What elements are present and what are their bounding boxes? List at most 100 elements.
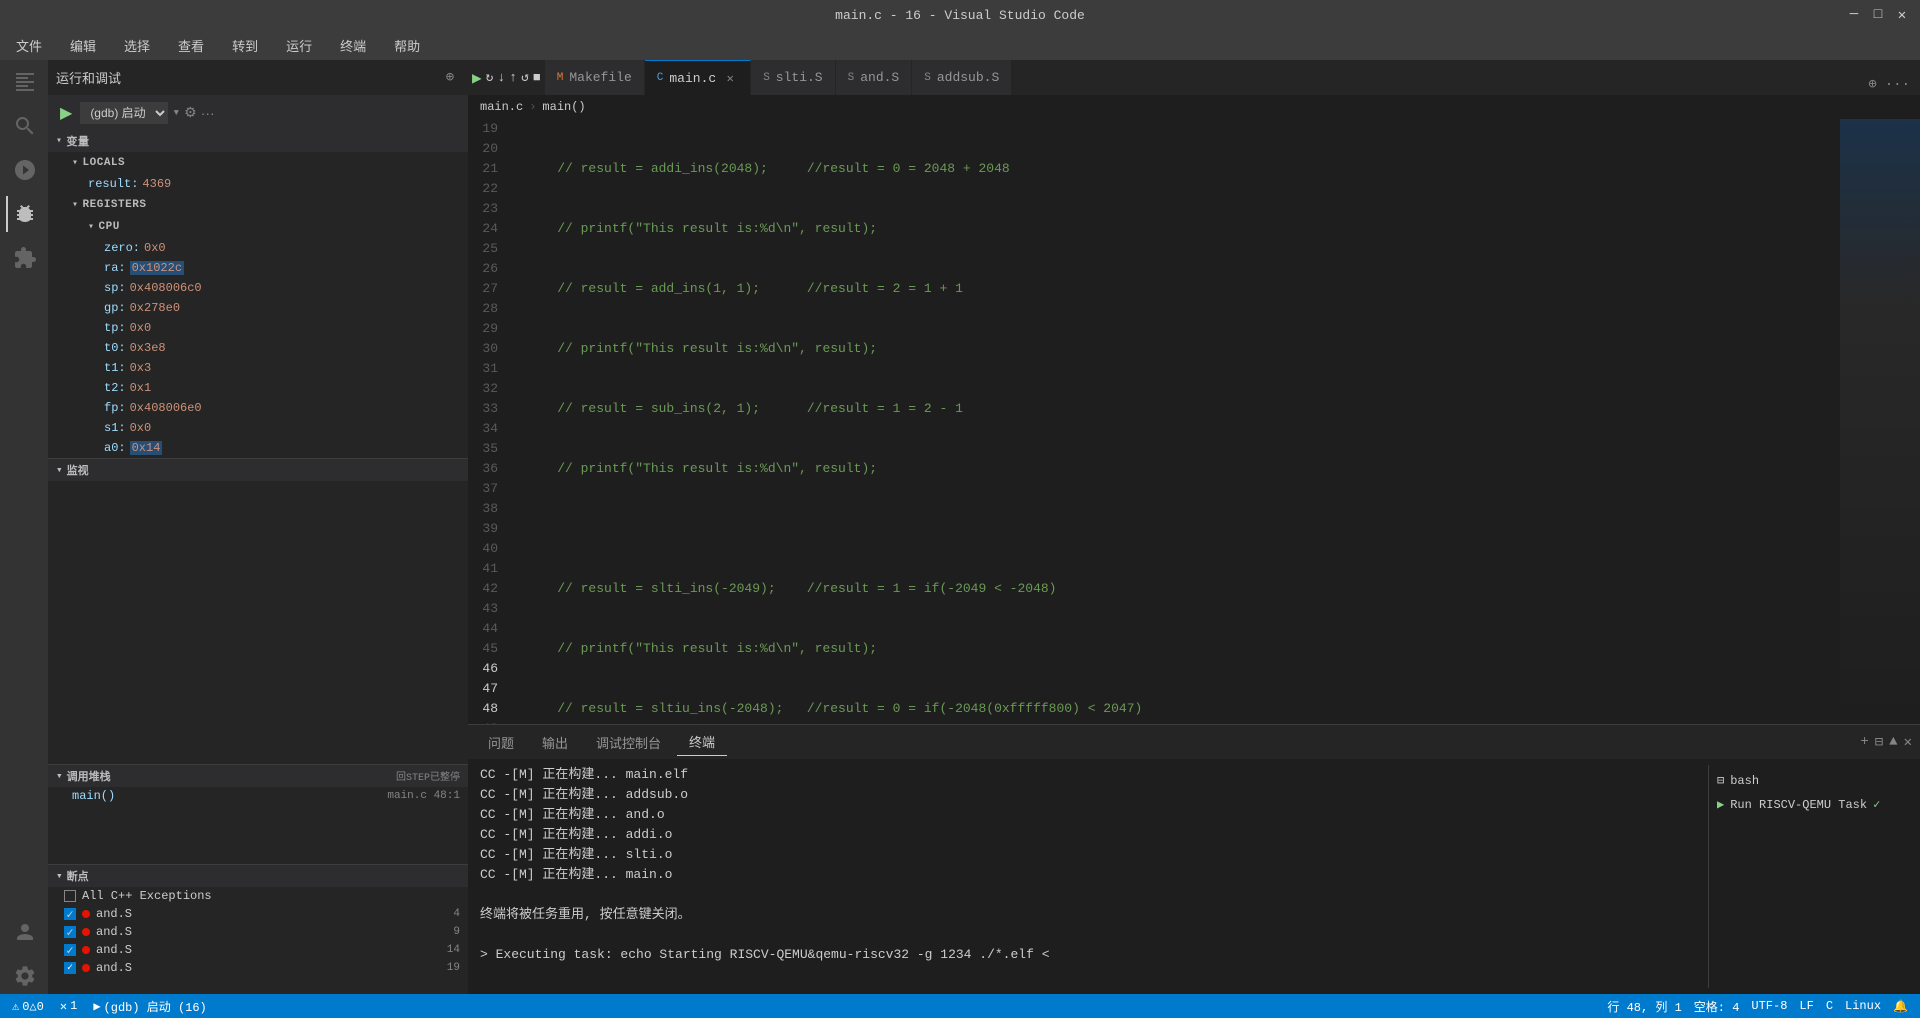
git-icon[interactable] xyxy=(6,152,42,188)
tab-and-s[interactable]: S and.S xyxy=(836,60,913,95)
bp-cpp-exceptions[interactable]: All C++ Exceptions xyxy=(48,887,468,905)
status-eol[interactable]: LF xyxy=(1795,998,1817,1015)
terminal-add-button[interactable]: + xyxy=(1860,734,1868,750)
menu-terminal[interactable]: 终端 xyxy=(334,34,372,57)
ln-26: 26 xyxy=(468,259,508,279)
menu-view[interactable]: 查看 xyxy=(172,34,210,57)
bp-and-14[interactable]: ✓ and.S 14 xyxy=(48,941,468,959)
menu-help[interactable]: 帮助 xyxy=(388,34,426,57)
variables-section-header[interactable]: ▾ 变量 xyxy=(48,130,468,152)
watch-label: 监视 xyxy=(67,462,89,478)
menu-file[interactable]: 文件 xyxy=(10,34,48,57)
tab-slti-s[interactable]: S slti.S xyxy=(751,60,835,95)
minimize-button[interactable]: ─ xyxy=(1846,7,1862,23)
status-warnings[interactable]: ✕ 1 xyxy=(56,999,81,1014)
debug-more-button[interactable]: ··· xyxy=(201,105,215,121)
cpu-section-header[interactable]: ▾ CPU xyxy=(48,216,468,238)
terminal-line-reuse: 终端将被任务重用, 按任意键关闭。 xyxy=(480,905,1700,925)
split-editor-button[interactable]: ⊕ xyxy=(1866,74,1878,95)
status-language[interactable]: C xyxy=(1822,998,1837,1015)
continue-button[interactable]: ▶ xyxy=(472,68,482,88)
explorer-icon[interactable] xyxy=(6,64,42,100)
restart-button[interactable]: ↺ xyxy=(521,70,529,85)
step-out-button[interactable]: ↑ xyxy=(509,70,517,85)
menu-goto[interactable]: 转到 xyxy=(226,34,264,57)
bp-and-19[interactable]: ✓ and.S 19 xyxy=(48,959,468,977)
and-s-icon: S xyxy=(848,72,855,84)
breadcrumb-file[interactable]: main.c xyxy=(480,100,523,114)
menu-edit[interactable]: 编辑 xyxy=(64,34,102,57)
ln-40: 40 xyxy=(468,539,508,559)
debug-chevron-down-icon[interactable]: ▾ xyxy=(172,105,180,120)
title-bar: main.c - 16 - Visual Studio Code ─ □ ✕ xyxy=(0,0,1920,30)
status-platform[interactable]: Linux xyxy=(1841,998,1885,1015)
tab-main-c[interactable]: C main.c ✕ xyxy=(645,60,751,95)
tab-makefile[interactable]: M Makefile xyxy=(545,60,645,95)
terminal-bash-item[interactable]: ⊟ bash xyxy=(1717,769,1900,793)
bp-and-9[interactable]: ✓ and.S 9 xyxy=(48,923,468,941)
ln-45: 45 xyxy=(468,639,508,659)
debug-settings-button[interactable]: ⚙ xyxy=(184,104,197,121)
step-over-button[interactable]: ↻ xyxy=(486,70,494,85)
minimap-preview xyxy=(1840,119,1920,724)
more-actions-button[interactable]: ··· xyxy=(1883,75,1912,95)
terminal-close-button[interactable]: ✕ xyxy=(1904,734,1912,751)
stop-button[interactable]: ■ xyxy=(533,70,541,85)
bp-left: ✓ and.S xyxy=(64,961,132,975)
code-container[interactable]: 19 20 21 22 23 24 25 26 27 28 29 30 31 3… xyxy=(468,119,1840,724)
slti-s-icon: S xyxy=(763,72,770,84)
debug-icon[interactable] xyxy=(6,196,42,232)
status-error-count: 0△0 xyxy=(22,999,44,1014)
status-errors[interactable]: ⚠ 0△0 xyxy=(8,999,48,1014)
terminal-line-6: CC -[M] 正在构建... main.o xyxy=(480,865,1700,885)
bp-and19-checkbox[interactable]: ✓ xyxy=(64,962,76,974)
terminal-maximize-button[interactable]: ▲ xyxy=(1889,734,1897,750)
status-debug-session[interactable]: ▶ (gdb) 启动 (16) xyxy=(89,998,210,1015)
terminal-tab-debug[interactable]: 调试控制台 xyxy=(584,729,673,756)
registers-section-header[interactable]: ▾ Registers xyxy=(48,194,468,216)
terminal-riscv-item[interactable]: ▶ Run RISCV-QEMU Task ✓ xyxy=(1717,793,1900,817)
close-button[interactable]: ✕ xyxy=(1894,7,1910,23)
breakpoints-header[interactable]: ▾ 断点 xyxy=(48,865,468,887)
terminal-line-3: CC -[M] 正在构建... and.o xyxy=(480,805,1700,825)
terminal-tab-output[interactable]: 输出 xyxy=(530,729,580,756)
ln-30: 30 xyxy=(468,339,508,359)
settings-icon[interactable] xyxy=(6,958,42,994)
menu-select[interactable]: 选择 xyxy=(118,34,156,57)
bp-and14-checkbox[interactable]: ✓ xyxy=(64,944,76,956)
status-notifications[interactable]: 🔔 xyxy=(1889,998,1912,1015)
watch-header[interactable]: ▾ 监视 xyxy=(48,459,468,481)
menu-run[interactable]: 运行 xyxy=(280,34,318,57)
tab-main-c-close-button[interactable]: ✕ xyxy=(722,70,738,86)
maximize-button[interactable]: □ xyxy=(1870,7,1886,23)
ln-47: 47 xyxy=(468,679,508,699)
debug-config-select[interactable]: (gdb) 启动 xyxy=(80,102,168,124)
ln-37: 37 xyxy=(468,479,508,499)
search-icon[interactable] xyxy=(6,108,42,144)
bp-and4-checkbox[interactable]: ✓ xyxy=(64,908,76,920)
callstack-header[interactable]: ▾ 调用堆栈 回STEP已整停 xyxy=(48,765,468,787)
locals-section-header[interactable]: ▾ Locals xyxy=(48,152,468,174)
callstack-main-item[interactable]: main() main.c 48:1 xyxy=(48,787,468,805)
terminal-tab-terminal[interactable]: 终端 xyxy=(677,728,727,756)
bp-left: ✓ and.S xyxy=(64,925,132,939)
terminal-main[interactable]: CC -[M] 正在构建... main.elf CC -[M] 正在构建...… xyxy=(480,765,1700,988)
breadcrumb-func[interactable]: main() xyxy=(542,100,585,114)
status-warning-count: 1 xyxy=(70,999,77,1013)
terminal-split-button[interactable]: ⊟ xyxy=(1875,734,1883,751)
bp-cpp-checkbox[interactable] xyxy=(64,890,76,902)
status-spaces[interactable]: 空格: 4 xyxy=(1690,998,1744,1015)
step-into-button[interactable]: ↓ xyxy=(497,70,505,85)
bp-and-4[interactable]: ✓ and.S 4 xyxy=(48,905,468,923)
ln-28: 28 xyxy=(468,299,508,319)
account-icon[interactable] xyxy=(6,914,42,950)
extensions-icon[interactable] xyxy=(6,240,42,276)
bp-and9-checkbox[interactable]: ✓ xyxy=(64,926,76,938)
debug-new-icon[interactable]: ⊕ xyxy=(440,68,460,88)
status-encoding[interactable]: UTF-8 xyxy=(1747,998,1791,1015)
debug-run-button[interactable]: ▶ xyxy=(56,103,76,123)
tab-addsub-s[interactable]: S addsub.S xyxy=(912,60,1012,95)
line-numbers: 19 20 21 22 23 24 25 26 27 28 29 30 31 3… xyxy=(468,119,518,724)
status-line-col[interactable]: 行 48, 列 1 xyxy=(1603,998,1685,1015)
terminal-tab-problems[interactable]: 问题 xyxy=(476,729,526,756)
